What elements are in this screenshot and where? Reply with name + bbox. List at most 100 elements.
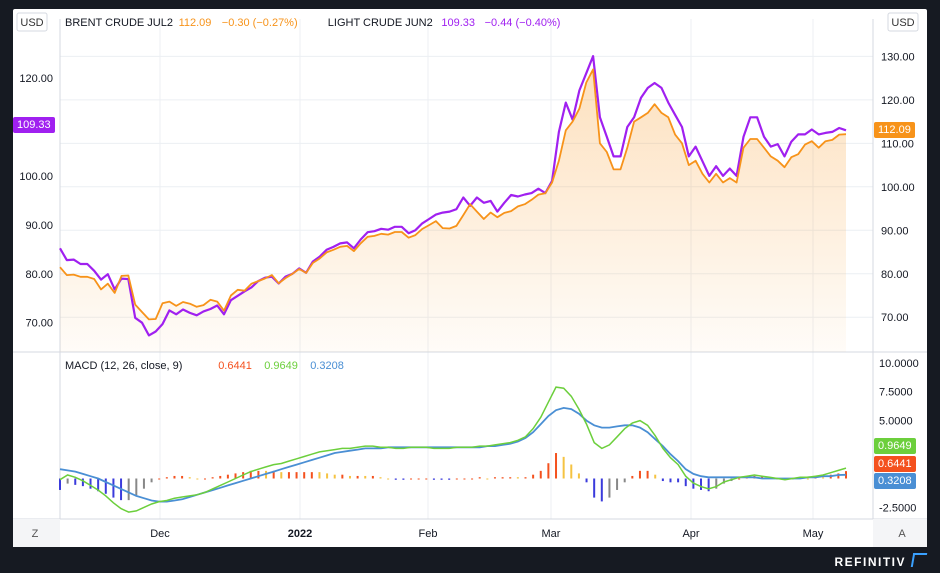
macd-histogram-bar <box>394 478 397 480</box>
macd-value-0: 0.6441 <box>218 360 252 372</box>
macd-tick-4: 7.5000 <box>879 387 913 399</box>
macd-histogram-bar <box>410 478 413 480</box>
macd-histogram-bar <box>501 477 504 479</box>
macd-histogram-bar <box>303 472 306 479</box>
macd-signal-line <box>59 406 847 503</box>
price-chart[interactable]: USD USD BRENT CRUDE JUL2 112.09 −0.30 (−0.27… <box>13 9 927 547</box>
macd-histogram-bar <box>806 478 809 480</box>
price-tag-light-crude: 109.33 <box>13 117 55 133</box>
macd-histogram-bar <box>379 477 382 479</box>
macd-histogram-bar <box>478 477 481 479</box>
macd-signal-tag: 0.3208 <box>874 473 916 489</box>
brand-name: REFINITIV <box>834 555 906 569</box>
macd-histogram-bar <box>226 474 229 479</box>
macd-histogram-bar <box>348 475 351 479</box>
macd-histogram-bar <box>59 478 61 490</box>
macd-histogram-bar <box>112 478 115 498</box>
macd-histogram-bar <box>326 473 329 479</box>
macd-histogram-bar <box>211 477 214 479</box>
macd-histogram-bar <box>333 474 336 479</box>
legend-name-1: LIGHT CRUDE JUN2 <box>328 17 433 29</box>
legend-value-0: 112.09 <box>179 17 212 29</box>
corner-right: A <box>898 528 906 540</box>
left-unit-label: USD <box>20 17 43 29</box>
macd-histogram-bar <box>142 478 145 489</box>
legend-name-0: BRENT CRUDE JUL2 <box>65 17 173 29</box>
macd-histogram-bar <box>547 463 550 479</box>
chart-frame: USD USD BRENT CRUDE JUL2 112.09 −0.30 (−0.27… <box>13 9 927 547</box>
macd-histogram-bar <box>623 478 626 483</box>
macd-histogram-bar <box>562 456 565 479</box>
macd-histogram-bar <box>127 478 130 501</box>
legend-change-1: −0.44 (−0.40%) <box>485 17 561 29</box>
macd-histogram-bar <box>577 473 580 479</box>
macd-histogram-bar <box>822 477 825 479</box>
macd-histogram-bar <box>646 470 649 479</box>
macd-histogram-bar <box>318 472 321 479</box>
macd-histogram-bar <box>638 470 641 479</box>
macd-line <box>59 386 847 513</box>
macd-histogram-bar <box>173 475 176 479</box>
macd-histogram-bar <box>448 478 451 480</box>
macd-histogram-bar <box>600 478 603 502</box>
macd-histogram-bar <box>425 478 428 480</box>
right-tick-2: 90.00 <box>881 225 909 237</box>
corner-left: Z <box>32 528 39 540</box>
x-tick-1: 2022 <box>288 528 312 540</box>
macd-histogram-bar <box>684 478 687 487</box>
left-tick-5: 120.00 <box>19 73 53 85</box>
left-tick-2: 90.00 <box>25 220 53 232</box>
macd-histogram-bar <box>181 475 184 479</box>
macd-tag: 0.9649 <box>874 438 916 454</box>
macd-histogram-bar <box>135 478 138 496</box>
right-tick-4: 110.00 <box>881 138 914 150</box>
right-tick-5: 120.00 <box>881 95 915 107</box>
macd-histogram-bar <box>471 478 474 480</box>
macd-histogram-bar <box>677 478 680 483</box>
refinitiv-logo: REFINITIV <box>834 553 928 569</box>
macd-tick-5: 10.0000 <box>879 358 919 370</box>
macd-histogram-bar <box>493 477 496 479</box>
macd-histogram-bar <box>738 478 741 480</box>
right-tick-3: 100.00 <box>881 182 915 194</box>
macd-histogram-bar <box>532 474 535 479</box>
macd-histogram-bar <box>661 478 664 482</box>
x-tick-3: Mar <box>542 528 561 540</box>
macd-histogram-bar <box>188 477 191 479</box>
macd-label: MACD (12, 26, close, 9) <box>65 360 182 372</box>
macd-histogram-bar <box>364 475 367 479</box>
macd-histogram-bar <box>310 472 313 479</box>
macd-histogram-bar <box>341 474 344 479</box>
macd-histogram-bar <box>165 477 168 479</box>
macd-value-2: 0.3208 <box>310 360 344 372</box>
refinitiv-logo-icon <box>910 553 928 567</box>
macd-histogram-bar <box>516 477 519 479</box>
macd-histogram-bar <box>608 478 611 498</box>
macd-histogram-bar <box>486 478 489 480</box>
macd-histogram-bar <box>539 470 542 479</box>
macd-tick-0: -2.5000 <box>879 502 916 514</box>
macd-histogram-bar <box>700 478 703 490</box>
macd-histogram-bar <box>219 475 222 479</box>
macd-histogram-bar <box>440 478 443 480</box>
macd-histogram-bar <box>371 475 374 479</box>
x-tick-5: May <box>803 528 824 540</box>
macd-histogram-bar <box>509 477 512 479</box>
macd-histogram-bar <box>81 478 84 487</box>
macd-histogram-bar <box>66 478 69 484</box>
macd-histogram-bar <box>280 472 283 479</box>
macd-histogram-bar <box>387 478 390 480</box>
macd-histogram-bar <box>89 478 92 489</box>
macd-histogram-bar <box>257 470 260 479</box>
macd-tick-3: 5.0000 <box>879 416 913 428</box>
macd-histogram-bar <box>417 478 420 480</box>
macd-histogram-bar <box>524 477 527 479</box>
left-tick-3: 100.00 <box>19 171 53 183</box>
macd-histogram-bar <box>654 474 657 479</box>
macd-histogram-bar <box>287 472 290 479</box>
macd-histogram-bar <box>356 475 359 479</box>
macd-histogram-tag: 0.6441 <box>874 456 916 472</box>
macd-histogram-bar <box>463 478 466 480</box>
right-tick-6: 130.00 <box>881 51 915 63</box>
macd-value-1: 0.9649 <box>264 360 298 372</box>
